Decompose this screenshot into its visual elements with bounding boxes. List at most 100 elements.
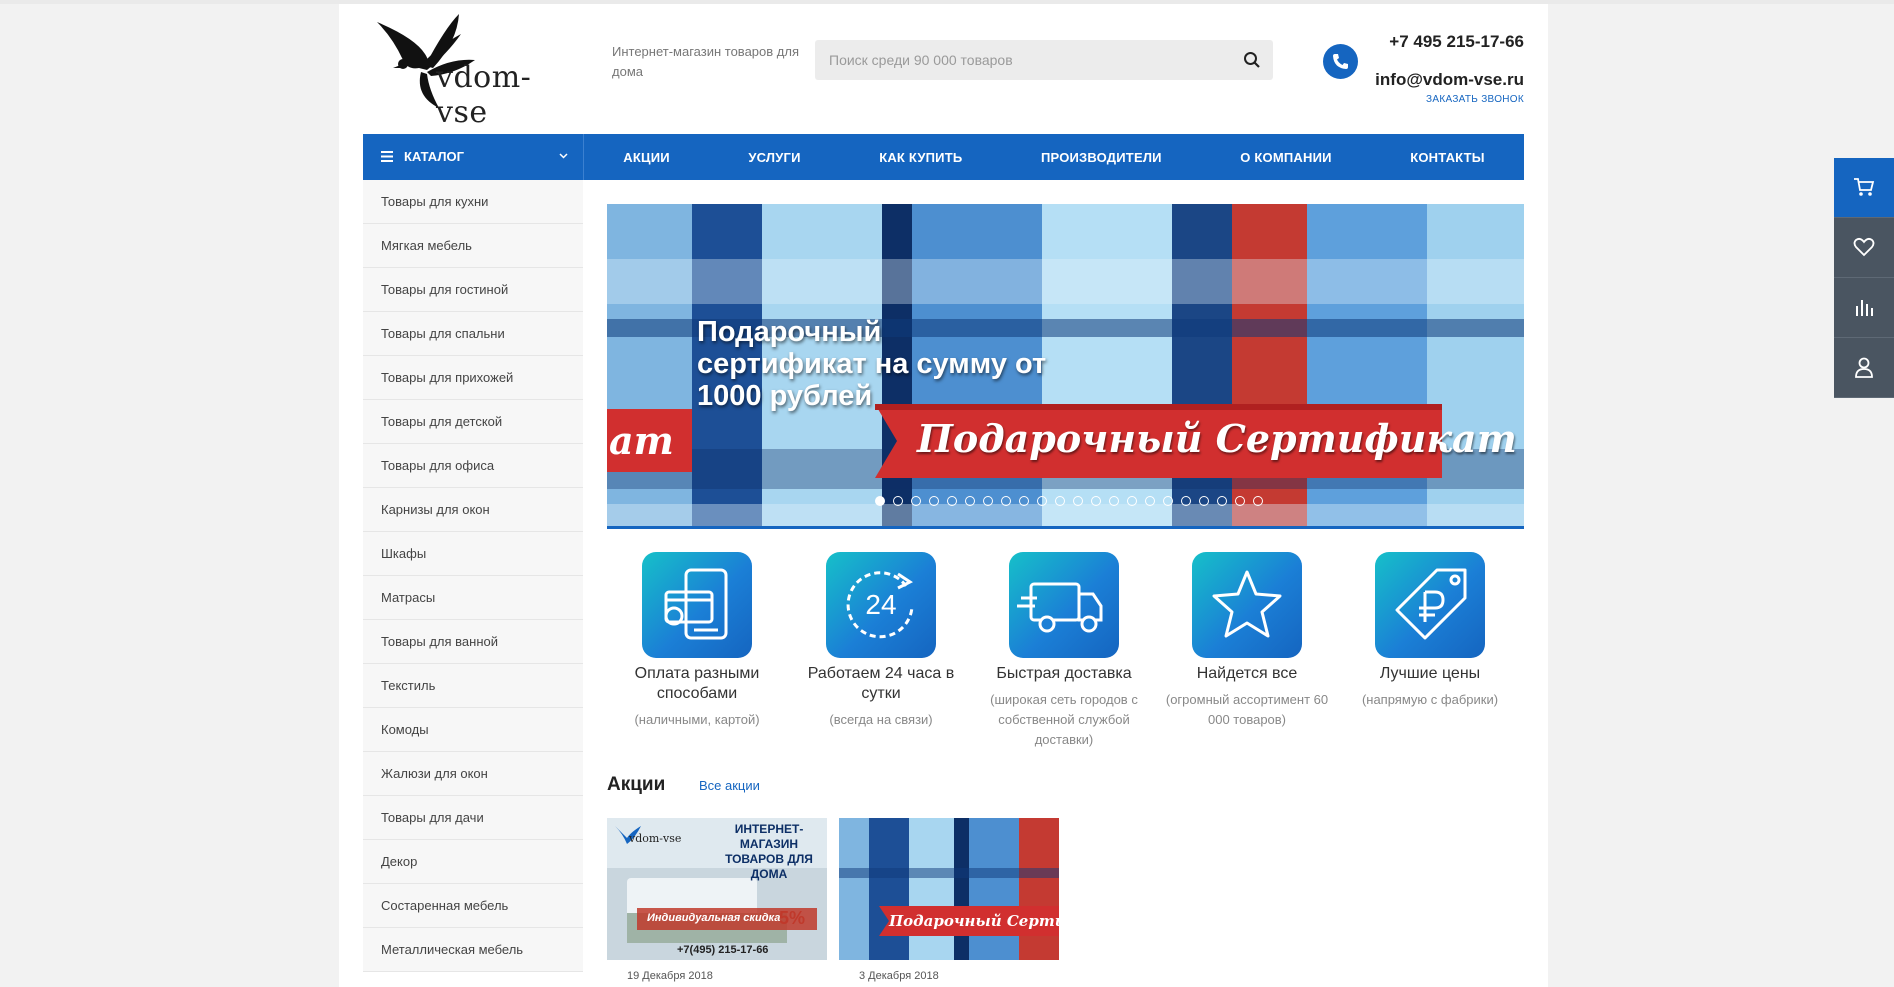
user-icon: [1855, 357, 1873, 378]
feature-payment: Оплата разными способами (наличными, кар…: [607, 552, 787, 730]
all-promotions-link[interactable]: Все акции: [699, 778, 760, 793]
email-link[interactable]: info@vdom-vse.ru: [1375, 70, 1524, 90]
clock-24-icon: 24: [826, 552, 936, 658]
search-input[interactable]: Поиск среди 90 000 товаров: [829, 52, 1013, 68]
promo-date: 19 Декабря 2018: [627, 970, 713, 982]
sidebar-item[interactable]: Жалюзи для окон: [363, 752, 583, 796]
slider-dot[interactable]: [875, 496, 885, 506]
sidebar-item[interactable]: Карнизы для окон: [363, 488, 583, 532]
star-icon: [1192, 552, 1302, 658]
callback-link[interactable]: ЗАКАЗАТЬ ЗВОНОК: [1426, 94, 1524, 105]
sidebar-item[interactable]: Шкафы: [363, 532, 583, 576]
nav-item[interactable]: КАК КУПИТЬ: [879, 150, 962, 165]
catalog-button[interactable]: КАТАЛОГ: [363, 134, 584, 180]
sidebar-item[interactable]: Декор: [363, 840, 583, 884]
promo-image-certificate: [839, 818, 1059, 960]
feature-title: Работаем 24 часа в сутки: [807, 665, 955, 702]
ribbon-left-text: ат: [609, 418, 674, 463]
sidebar-item[interactable]: Мягкая мебель: [363, 224, 583, 268]
floating-action-panel: [1834, 158, 1894, 398]
slider-dot[interactable]: [1055, 496, 1065, 506]
category-sidebar: Товары для кухни Мягкая мебель Товары для …: [363, 180, 583, 972]
svg-text:24: 24: [865, 589, 896, 620]
promo-strip-text: Индивидуальная скидка: [647, 912, 781, 924]
payment-methods-icon: [642, 552, 752, 658]
slider-dot[interactable]: [1163, 496, 1173, 506]
sidebar-item[interactable]: Товары для офиса: [363, 444, 583, 488]
slider-dot[interactable]: [1145, 496, 1155, 506]
feature-prices: Лучшие цены (напрямую с фабрики): [1340, 552, 1520, 710]
promo-logo-text: vdom-vse: [629, 832, 682, 845]
slider-dot[interactable]: [1091, 496, 1101, 506]
feature-title: Оплата разными способами: [634, 665, 760, 702]
nav-item[interactable]: ПРОИЗВОДИТЕЛИ: [1041, 150, 1162, 165]
nav-item[interactable]: АКЦИИ: [623, 150, 670, 165]
slider-dot[interactable]: [1127, 496, 1137, 506]
slider-dot[interactable]: [1235, 496, 1245, 506]
promo-phone: +7(495) 215-17-66: [677, 944, 769, 956]
phone-number[interactable]: +7 495 215-17-66: [1389, 32, 1524, 52]
price-tag-icon: [1375, 552, 1485, 658]
features-row: Оплата разными способами (наличными, кар…: [607, 552, 1524, 762]
feature-delivery: Быстрая доставка (широкая сеть городов с…: [974, 552, 1154, 750]
cart-button[interactable]: [1834, 158, 1894, 218]
compare-button[interactable]: [1834, 278, 1894, 338]
slider-dot[interactable]: [1019, 496, 1029, 506]
promo-strip-text: Подарочный Сертифи: [889, 912, 1059, 930]
slider-dot[interactable]: [1181, 496, 1191, 506]
slider-dot[interactable]: [911, 496, 921, 506]
slider-dot[interactable]: [1253, 496, 1263, 506]
tagline: Интернет-магазин товаров для дома: [612, 44, 799, 79]
sidebar-item[interactable]: Состаренная мебель: [363, 884, 583, 928]
search-icon[interactable]: [1243, 51, 1261, 69]
promo-card[interactable]: vdom-vse ИНТЕРНЕТ-МАГАЗИН ТОВАРОВ ДЛЯ ДО…: [607, 818, 827, 960]
heart-icon: [1853, 237, 1875, 257]
sidebar-item[interactable]: Матрасы: [363, 576, 583, 620]
slider-dot[interactable]: [1073, 496, 1083, 506]
slider-dot[interactable]: [983, 496, 993, 506]
feature-subtitle: (напрямую с фабрики): [1361, 692, 1499, 707]
account-button[interactable]: [1834, 338, 1894, 398]
promo-date: 3 Декабря 2018: [859, 970, 939, 982]
sidebar-item[interactable]: Товары для спальни: [363, 312, 583, 356]
favorites-button[interactable]: [1834, 218, 1894, 278]
search-bar[interactable]: Поиск среди 90 000 товаров: [815, 40, 1273, 80]
slider-dot[interactable]: [1199, 496, 1209, 506]
slider-dot[interactable]: [893, 496, 903, 506]
cart-icon: [1854, 178, 1875, 196]
feature-title: Быстрая доставка: [996, 665, 1132, 682]
promotions-title: Акции: [607, 774, 666, 795]
logo[interactable]: vdom-vse: [363, 8, 563, 130]
sidebar-item[interactable]: Товары для кухни: [363, 180, 583, 224]
slider-dot[interactable]: [965, 496, 975, 506]
ribbon-text: Подарочный Сертификат: [917, 416, 1517, 461]
promo-banner[interactable]: Подарочный сертификат на сумму от 1000 р…: [607, 204, 1524, 529]
sidebar-item[interactable]: Товары для гостиной: [363, 268, 583, 312]
slider-dot[interactable]: [1037, 496, 1047, 506]
slider-dot[interactable]: [929, 496, 939, 506]
chevron-down-icon: [559, 153, 568, 159]
slider-dot[interactable]: [1109, 496, 1119, 506]
sidebar-item[interactable]: Товары для детской: [363, 400, 583, 444]
sidebar-item[interactable]: Товары для ванной: [363, 620, 583, 664]
compare-icon: [1856, 300, 1873, 316]
nav-items: АКЦИИ УСЛУГИ КАК КУПИТЬ ПРОИЗВОДИТЕЛИ О КОМП…: [584, 134, 1524, 180]
slider-dot[interactable]: [947, 496, 957, 506]
nav-item[interactable]: КОНТАКТЫ: [1410, 150, 1484, 165]
promo-card[interactable]: Подарочный Сертифи: [839, 818, 1059, 960]
sidebar-item[interactable]: Товары для прихожей: [363, 356, 583, 400]
feature-title: Найдется все: [1196, 665, 1298, 682]
feature-24h: 24 Работаем 24 часа в сутки (всегда на с…: [791, 552, 971, 730]
main-nav: КАТАЛОГ АКЦИИ УСЛУГИ КАК КУПИТЬ ПРОИЗВОДИТЕ…: [363, 134, 1524, 180]
sidebar-item[interactable]: Комоды: [363, 708, 583, 752]
sidebar-item[interactable]: Товары для дачи: [363, 796, 583, 840]
nav-item[interactable]: О КОМПАНИИ: [1240, 150, 1331, 165]
sidebar-item[interactable]: Металлическая мебель: [363, 928, 583, 972]
feature-subtitle: (наличными, картой): [634, 712, 760, 727]
feature-subtitle: (огромный ассортимент 60 000 товаров): [1165, 692, 1329, 727]
slider-dot[interactable]: [1217, 496, 1227, 506]
nav-item[interactable]: УСЛУГИ: [748, 150, 800, 165]
feature-subtitle: (всегда на связи): [829, 712, 933, 727]
slider-dot[interactable]: [1001, 496, 1011, 506]
sidebar-item[interactable]: Текстиль: [363, 664, 583, 708]
